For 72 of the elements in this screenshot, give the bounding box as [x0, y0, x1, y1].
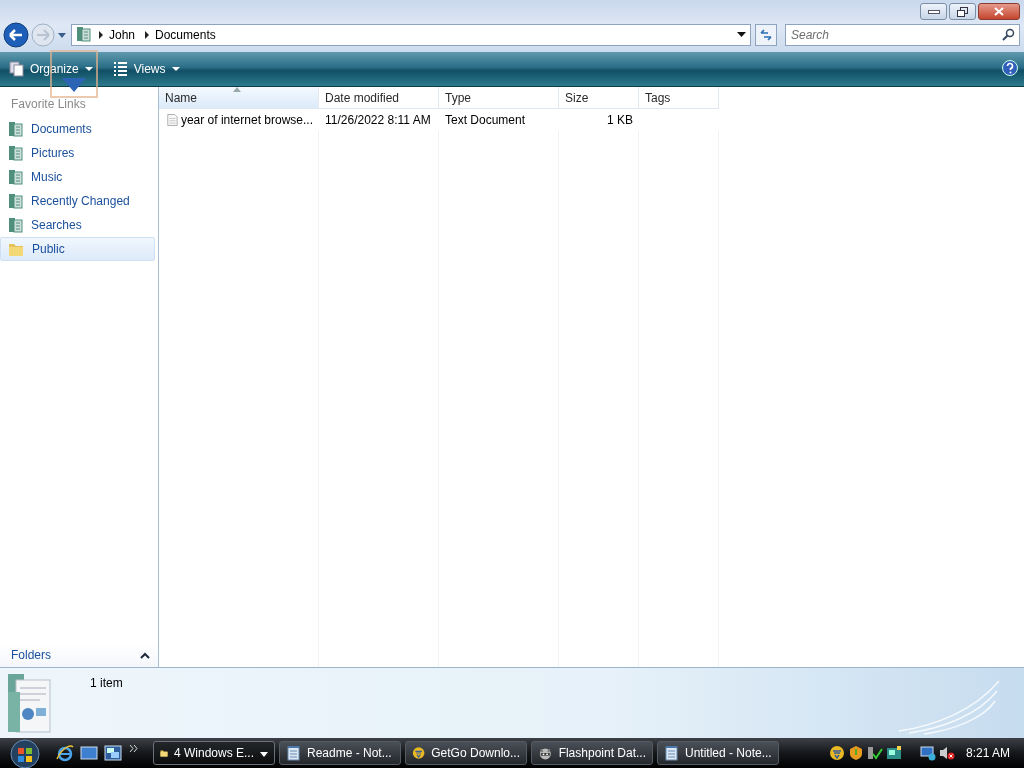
- caret-icon: [260, 752, 268, 757]
- sidebar-item[interactable]: Music: [0, 165, 155, 189]
- window-switcher-icon[interactable]: [104, 745, 122, 761]
- list-view-icon: [112, 61, 128, 77]
- column-header[interactable]: Tags: [639, 87, 719, 109]
- taskbar-button[interactable]: Untitled - Note...: [657, 741, 779, 765]
- download-icon: [412, 745, 426, 761]
- column-header[interactable]: Type: [439, 87, 559, 109]
- checkmark-icon[interactable]: [866, 745, 883, 761]
- clock[interactable]: 8:21 AM: [965, 746, 1010, 760]
- caret-icon: [171, 66, 180, 72]
- library-icon: [8, 145, 23, 161]
- table-cell: 1 KB: [607, 113, 633, 127]
- breadcrumb-arrow-icon[interactable]: [99, 31, 103, 39]
- taskbar-button[interactable]: GetGo Downlo...: [405, 741, 527, 765]
- column-header[interactable]: Date modified: [319, 87, 439, 109]
- close-icon: [994, 7, 1004, 16]
- refresh-icon: [759, 28, 773, 42]
- restore-button[interactable]: [949, 3, 976, 20]
- muted-speaker-icon[interactable]: [938, 745, 955, 761]
- sidebar-item[interactable]: Searches: [0, 213, 155, 237]
- sidebar-item[interactable]: Documents: [0, 117, 155, 141]
- library-icon: [8, 193, 23, 209]
- back-button[interactable]: [3, 22, 29, 48]
- minimize-button[interactable]: [920, 3, 947, 20]
- network-status-icon[interactable]: [885, 745, 902, 761]
- restore-icon: [957, 6, 968, 17]
- address-bar[interactable]: John Documents: [71, 24, 751, 46]
- raccoon-icon: [538, 745, 553, 761]
- item-count: 1 item: [90, 675, 123, 692]
- chevron-up-icon: [140, 651, 150, 659]
- search-icon: [1002, 28, 1015, 41]
- network-icon[interactable]: [919, 745, 936, 761]
- column-header[interactable]: Name: [159, 87, 319, 109]
- file-name[interactable]: year of internet browse...: [180, 113, 313, 127]
- search-field[interactable]: Search: [785, 24, 1020, 46]
- breadcrumb[interactable]: Documents: [155, 28, 216, 42]
- chevron-right-icon[interactable]: [130, 744, 139, 752]
- taskbar-button[interactable]: Readme - Not...: [279, 741, 401, 765]
- sidebar-item[interactable]: Recently Changed: [0, 189, 155, 213]
- shield-icon[interactable]: [847, 745, 864, 761]
- table-cell: Text Document: [445, 113, 526, 127]
- library-icon: [8, 121, 23, 137]
- sort-arrow-icon: [233, 87, 241, 92]
- folder-icon: [8, 241, 24, 257]
- close-button[interactable]: [978, 3, 1020, 20]
- taskbar-button[interactable]: 4 Windows E...: [153, 741, 275, 765]
- download-icon[interactable]: [828, 745, 845, 761]
- table-cell: 11/26/2022 8:11 AM: [325, 113, 431, 127]
- pages-icon: [9, 61, 24, 77]
- browser-icon[interactable]: [56, 744, 74, 762]
- caret-icon: [84, 66, 93, 72]
- text-file-icon: [167, 112, 178, 128]
- section-heading: Favorite Links: [10, 96, 87, 113]
- dropdown-arrow-icon[interactable]: [737, 32, 746, 38]
- breadcrumb-arrow-icon[interactable]: [145, 31, 150, 39]
- minimize-icon: [927, 8, 940, 15]
- library-icon: [8, 169, 23, 185]
- column-header[interactable]: Size: [559, 87, 639, 109]
- sidebar-item[interactable]: Public: [0, 237, 155, 261]
- help-icon[interactable]: [1002, 59, 1018, 76]
- history-dropdown-icon[interactable]: [57, 31, 67, 39]
- taskbar-button[interactable]: Flashpoint Dat...: [531, 741, 653, 765]
- desktop-icon[interactable]: [80, 745, 98, 761]
- sidebar-item[interactable]: Pictures: [0, 141, 155, 165]
- notepad-icon: [286, 745, 301, 761]
- library-icon: [8, 217, 23, 233]
- library-icon: [76, 25, 91, 42]
- refresh-button[interactable]: [755, 24, 777, 46]
- notepad-icon: [664, 745, 679, 761]
- toolbar-button[interactable]: Views: [109, 59, 183, 79]
- breadcrumb[interactable]: John: [109, 28, 136, 42]
